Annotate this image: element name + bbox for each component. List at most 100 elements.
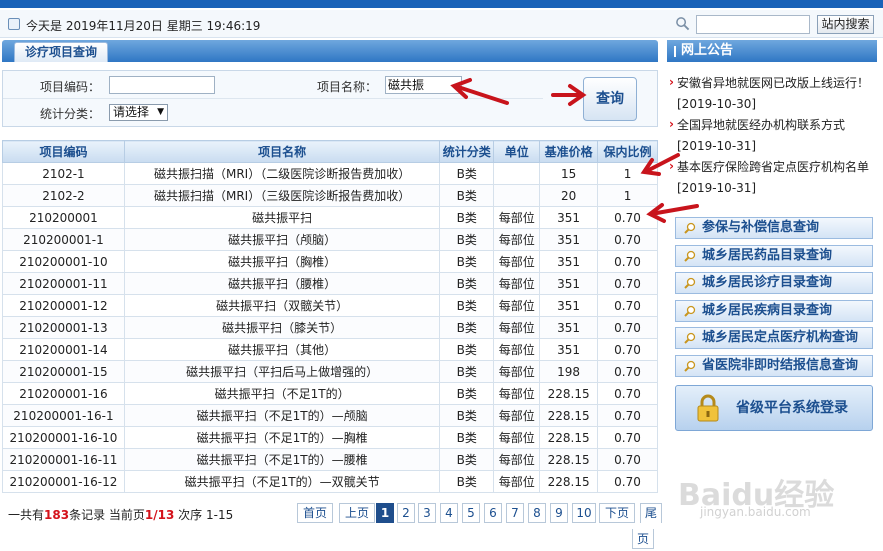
summary-prefix: 一共有 xyxy=(8,508,45,522)
price-cell: 198 xyxy=(539,360,599,383)
code-label: 项目编码： xyxy=(40,80,101,94)
price-cell: 228.15 xyxy=(539,448,599,471)
non-instant-settlement-query-button[interactable]: 省医院非即时结报信息查询 xyxy=(675,355,873,377)
notice-item[interactable]: 全国异地就医经办机构联系方式 [2019-10-31] xyxy=(669,114,875,157)
price-cell: 351 xyxy=(539,316,599,339)
site-search-input[interactable] xyxy=(696,15,810,34)
price-cell: 15 xyxy=(539,162,599,185)
category-cell: B类 xyxy=(439,470,495,493)
page-number-button[interactable]: 8 xyxy=(528,503,546,523)
table-row[interactable]: 210200001-16-12 磁共振平扫（不足1T的）—双髋关节 B类 每部位 228… xyxy=(2,470,658,493)
item-name-cell: 磁共振平扫（不足1T的）—腰椎 xyxy=(123,448,441,471)
table-row[interactable]: 210200001-12 磁共振平扫（双髋关节） B类 每部位 351 0.70 xyxy=(2,294,658,317)
table-row[interactable]: 210200001-16-1 磁共振平扫（不足1T的）—颅脑 B类 每部位 228.15… xyxy=(2,404,658,427)
disease-catalog-query-button[interactable]: 城乡居民疾病目录查询 xyxy=(675,299,873,322)
record-total: 183 xyxy=(44,508,70,522)
page-number-button[interactable]: 3 xyxy=(418,503,436,523)
query-row-2: 统计分类： 请选择 ▼ xyxy=(3,99,543,127)
name-input[interactable]: 磁共振 xyxy=(385,76,462,94)
category-select-value: 请选择 xyxy=(113,105,150,119)
category-cell: B类 xyxy=(439,426,495,449)
page-number-button[interactable]: 4 xyxy=(440,503,458,523)
chevron-down-icon: ▼ xyxy=(157,107,164,117)
page-number-button[interactable]: 10 xyxy=(572,503,596,523)
table-row[interactable]: 210200001-11 磁共振平扫（腰椎） B类 每部位 351 0.70 xyxy=(2,272,658,295)
price-cell: 228.15 xyxy=(539,382,599,405)
notice-item[interactable]: 基本医疗保险跨省定点医疗机构名单 [2019-10-31] xyxy=(669,156,875,199)
unit-cell: 每部位 xyxy=(493,382,541,405)
table-row[interactable]: 210200001-15 磁共振平扫（平扫后马上做增强的） B类 每部位 198 0.70 xyxy=(2,360,658,383)
page-number-button[interactable]: 7 xyxy=(506,503,524,523)
table-row[interactable]: 210200001-16-11 磁共振平扫（不足1T的）—腰椎 B类 每部位 228.1… xyxy=(2,448,658,471)
item-code-cell: 210200001-16-1 xyxy=(2,404,125,427)
ratio-cell: 0.70 xyxy=(597,448,658,471)
notice-item[interactable]: 安徽省异地就医网已改版上线运行！ [2019-10-30] xyxy=(669,72,875,115)
table-header-row: 项目编码 项目名称 统计分类 单位 基准价格 保内比例 xyxy=(2,140,658,163)
calendar-icon xyxy=(8,18,20,30)
category-select[interactable]: 请选择 ▼ xyxy=(109,104,168,121)
query-button[interactable]: 查询 xyxy=(583,77,637,121)
item-code-cell: 210200001-13 xyxy=(2,316,125,339)
last-page-button-continued[interactable]: 页 xyxy=(632,529,654,549)
drug-catalog-query-button[interactable]: 城乡居民药品目录查询 xyxy=(675,244,873,267)
column-header[interactable]: 保内比例 xyxy=(597,140,658,163)
price-cell: 351 xyxy=(539,250,599,273)
prev-page-button[interactable]: 上页 xyxy=(339,503,375,523)
last-page-button[interactable]: 尾 xyxy=(640,503,662,523)
query-form: 项目编码： 项目名称： 磁共振 统计分类： 请选择 ▼ 查询 xyxy=(2,70,658,127)
column-header[interactable]: 项目名称 xyxy=(123,140,441,163)
item-code-cell: 2102-2 xyxy=(2,184,125,207)
table-row[interactable]: 210200001-14 磁共振平扫（其他） B类 每部位 351 0.70 xyxy=(2,338,658,361)
unit-cell: 每部位 xyxy=(493,470,541,493)
query-row-1: 项目编码： 项目名称： 磁共振 xyxy=(3,71,543,99)
table-row[interactable]: 2102-2 磁共振扫描（MRI）（三级医院诊断报告费加收） B类 20 1 xyxy=(2,184,658,207)
item-code-cell: 210200001-11 xyxy=(2,272,125,295)
table-row[interactable]: 210200001-13 磁共振平扫（膝关节） B类 每部位 351 0.70 xyxy=(2,316,658,339)
table-row[interactable]: 210200001 磁共振平扫 B类 每部位 351 0.70 xyxy=(2,206,658,229)
name-label: 项目名称： xyxy=(317,80,378,94)
provincial-login-button[interactable]: 省级平台系统登录 xyxy=(675,385,873,431)
next-page-button[interactable]: 下页 xyxy=(599,503,635,523)
category-cell: B类 xyxy=(439,272,495,295)
page-number-button[interactable]: 6 xyxy=(484,503,502,523)
item-code-cell: 210200001-15 xyxy=(2,360,125,383)
item-code-cell: 210200001-16-12 xyxy=(2,470,125,493)
treatment-catalog-query-button[interactable]: 城乡居民诊疗目录查询 xyxy=(675,272,873,295)
first-page-button[interactable]: 首页 xyxy=(297,503,333,523)
unit-cell: 每部位 xyxy=(493,448,541,471)
price-cell: 20 xyxy=(539,184,599,207)
ratio-cell: 0.70 xyxy=(597,228,658,251)
sidebar-button-label: 城乡居民诊疗目录查询 xyxy=(702,275,833,291)
order-range: 次序 1-15 xyxy=(174,508,234,522)
insurance-info-query-button[interactable]: 参保与补偿信息查询 xyxy=(675,217,873,239)
search-icon xyxy=(684,333,696,345)
table-row[interactable]: 2102-1 磁共振扫描（MRI）（二级医院诊断报告费加收） B类 15 1 xyxy=(2,162,658,185)
search-icon xyxy=(684,360,696,372)
table-row[interactable]: 210200001-1 磁共振平扫（颅脑） B类 每部位 351 0.70 xyxy=(2,228,658,251)
sidebar-button-label: 城乡居民定点医疗机构查询 xyxy=(702,330,859,346)
page-number-button[interactable]: 2 xyxy=(397,503,415,523)
site-search-button[interactable]: 站内搜索 xyxy=(817,15,874,34)
table-row[interactable]: 210200001-16 磁共振平扫（不足1T的） B类 每部位 228.15 0.70 xyxy=(2,382,658,405)
code-input[interactable] xyxy=(109,76,215,94)
category-cell: B类 xyxy=(439,184,495,207)
item-code-cell: 210200001-10 xyxy=(2,250,125,273)
item-name-cell: 磁共振平扫（不足1T的） xyxy=(123,382,441,405)
panel-title-tab[interactable]: 诊疗项目查询 xyxy=(14,42,109,62)
ratio-cell: 0.70 xyxy=(597,294,658,317)
item-code-cell: 2102-1 xyxy=(2,162,125,185)
price-cell: 351 xyxy=(539,338,599,361)
category-cell: B类 xyxy=(439,206,495,229)
page-number-button[interactable]: 9 xyxy=(550,503,568,523)
page-number-button[interactable]: 5 xyxy=(462,503,480,523)
category-cell: B类 xyxy=(439,360,495,383)
table-row[interactable]: 210200001-16-10 磁共振平扫（不足1T的）—胸椎 B类 每部位 228.1… xyxy=(2,426,658,449)
table-row[interactable]: 210200001-10 磁共振平扫（胸椎） B类 每部位 351 0.70 xyxy=(2,250,658,273)
column-header[interactable]: 统计分类 xyxy=(439,140,495,163)
column-header[interactable]: 基准价格 xyxy=(539,140,599,163)
column-header[interactable]: 单位 xyxy=(493,140,541,163)
ratio-cell: 0.70 xyxy=(597,360,658,383)
column-header[interactable]: 项目编码 xyxy=(2,140,125,163)
designated-hospital-query-button[interactable]: 城乡居民定点医疗机构查询 xyxy=(675,327,873,350)
page-number-button[interactable]: 1 xyxy=(376,503,394,523)
